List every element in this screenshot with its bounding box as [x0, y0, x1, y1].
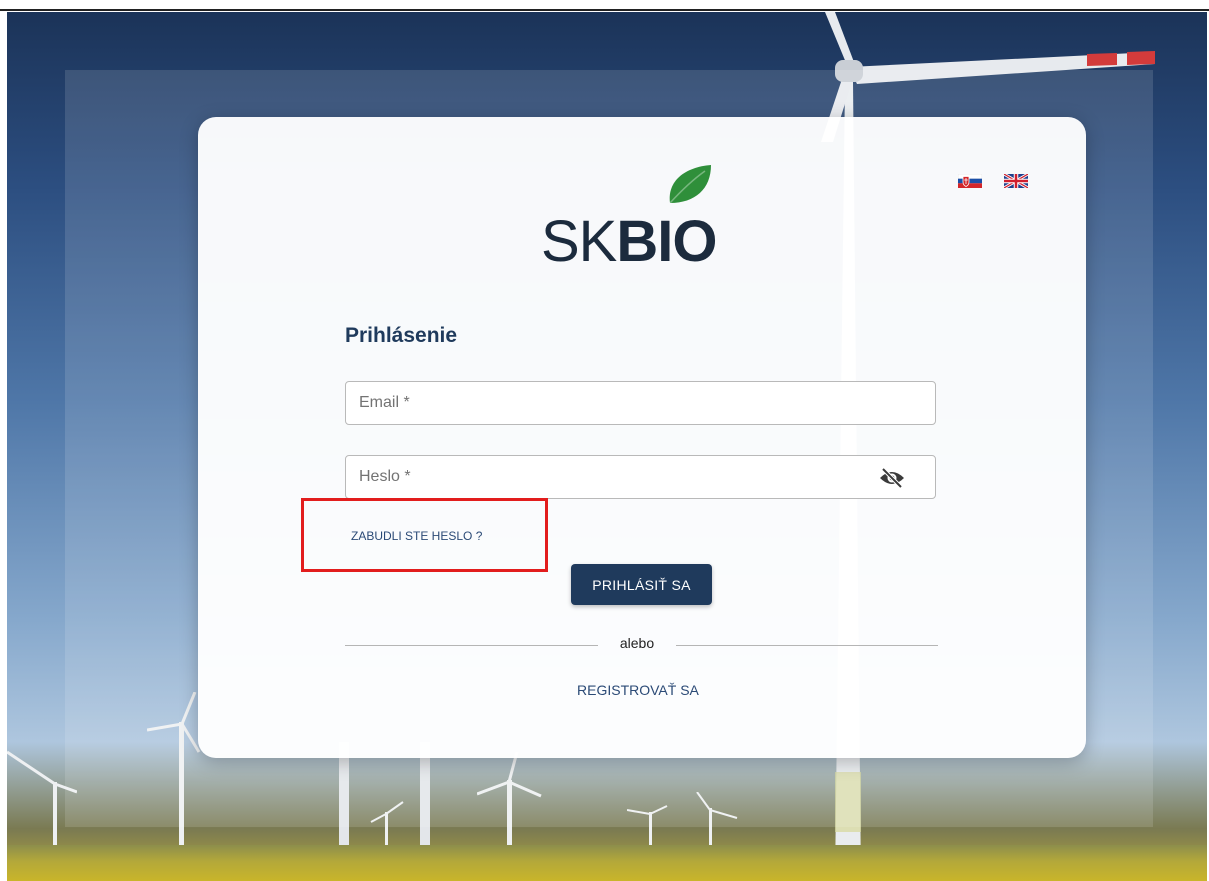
logo-wordmark: SKBIO [541, 213, 718, 271]
login-card: SKBIO Prihlásenie ZABUDLI STE HESLO ? PR… [198, 117, 1086, 758]
password-input[interactable] [346, 456, 859, 498]
eye-off-icon[interactable] [879, 468, 905, 488]
logo-text-bold: BIO [616, 209, 717, 274]
divider-right [676, 645, 938, 646]
password-field [345, 455, 936, 499]
email-field [345, 381, 936, 425]
slovak-flag-icon[interactable] [958, 174, 982, 188]
field-ground [7, 845, 1207, 881]
login-button[interactable]: PRIHLÁSIŤ SA [571, 564, 712, 605]
leaf-icon [669, 165, 711, 204]
divider-left [345, 645, 598, 646]
skbio-logo: SKBIO [541, 163, 741, 275]
or-separator: alebo [619, 635, 655, 651]
logo-text-light: SK [541, 209, 617, 274]
email-input[interactable] [346, 382, 859, 424]
page-title: Prihlásenie [345, 324, 458, 347]
top-border [0, 9, 1209, 11]
language-switcher [958, 174, 1028, 188]
highlight-box [301, 498, 548, 572]
register-link[interactable]: REGISTROVAŤ SA [577, 682, 699, 698]
uk-flag-icon[interactable] [1004, 174, 1028, 188]
